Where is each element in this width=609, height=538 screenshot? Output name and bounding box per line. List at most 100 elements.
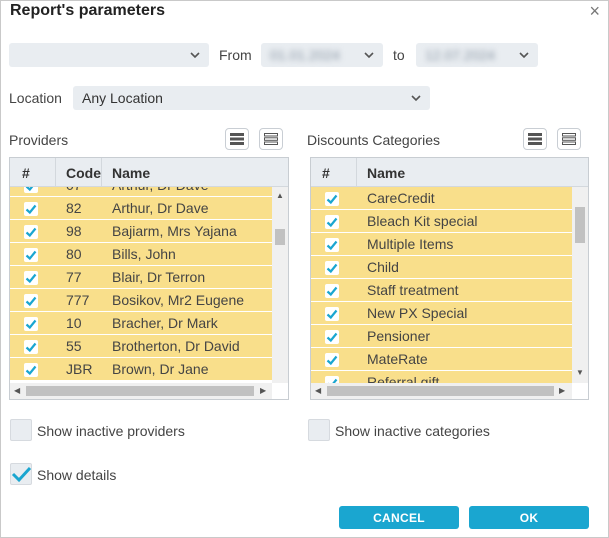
- discounts-label: Discounts Categories: [307, 132, 441, 148]
- providers-deselect-all-button[interactable]: [259, 128, 283, 150]
- discount-row[interactable]: Pensioner: [311, 325, 572, 348]
- row-checkbox[interactable]: [24, 202, 38, 216]
- discount-name: Staff treatment: [367, 282, 459, 298]
- discount-row[interactable]: MateRate: [311, 348, 572, 371]
- from-date-select[interactable]: 01.01.2024: [261, 43, 383, 67]
- row-checkbox[interactable]: [325, 215, 339, 229]
- show-details-checkbox[interactable]: [10, 463, 32, 485]
- to-date-value: 12.07.2024: [425, 47, 496, 63]
- row-checkbox[interactable]: [24, 248, 38, 262]
- provider-code: JBR: [66, 361, 93, 377]
- discount-name: MateRate: [367, 351, 428, 367]
- from-date-value: 01.01.2024: [270, 47, 341, 63]
- provider-code: 80: [66, 246, 82, 262]
- providers-select-all-button[interactable]: [225, 128, 249, 150]
- providers-label: Providers: [9, 132, 69, 148]
- discount-name: Multiple Items: [367, 236, 454, 252]
- discount-row[interactable]: New PX Special: [311, 302, 572, 325]
- row-checkbox[interactable]: [325, 307, 339, 321]
- discounts-hscrollbar[interactable]: ◀ ▶: [311, 383, 572, 399]
- scroll-left-icon[interactable]: ◀: [315, 387, 321, 395]
- provider-row[interactable]: 77 Blair, Dr Terron: [10, 266, 272, 289]
- show-inactive-categories-checkbox[interactable]: [308, 419, 330, 441]
- discount-row-partial[interactable]: Referral gift: [311, 371, 572, 383]
- providers-hscroll-thumb[interactable]: [26, 386, 254, 396]
- provider-row[interactable]: JBR Brown, Dr Jane: [10, 358, 272, 381]
- providers-grid-header: # Code Name: [10, 158, 288, 187]
- provider-row[interactable]: 98 Bajiarm, Mrs Yajana: [10, 220, 272, 243]
- cancel-button[interactable]: CANCEL: [339, 506, 459, 529]
- row-checkbox[interactable]: [24, 294, 38, 308]
- discounts-select-all-button[interactable]: [523, 128, 547, 150]
- discount-row[interactable]: Bleach Kit special: [311, 210, 572, 233]
- row-checkbox[interactable]: [24, 340, 38, 354]
- row-checkbox[interactable]: [24, 363, 38, 377]
- col-name-header[interactable]: Name: [367, 165, 405, 181]
- location-select-value: Any Location: [82, 90, 163, 106]
- list-outline-icon: [562, 133, 576, 145]
- row-checkbox[interactable]: [325, 330, 339, 344]
- scroll-right-icon[interactable]: ▶: [260, 387, 266, 395]
- list-outline-icon: [264, 133, 278, 145]
- col-code-header[interactable]: Code: [66, 165, 101, 181]
- row-checkbox[interactable]: [24, 187, 38, 193]
- row-checkbox[interactable]: [325, 353, 339, 367]
- scroll-down-icon[interactable]: ▼: [576, 369, 584, 377]
- report-parameters-dialog: Report's parameters × From 01.01.2024 to…: [0, 0, 609, 538]
- provider-code: 55: [66, 338, 82, 354]
- ok-button[interactable]: OK: [469, 506, 589, 529]
- discount-name: New PX Special: [367, 305, 468, 321]
- row-checkbox[interactable]: [24, 317, 38, 331]
- provider-row[interactable]: 82 Arthur, Dr Dave: [10, 197, 272, 220]
- row-checkbox[interactable]: [325, 376, 339, 383]
- checkmark-icon: [11, 466, 32, 483]
- location-select[interactable]: Any Location: [73, 86, 430, 110]
- provider-code: 777: [66, 292, 90, 308]
- scroll-left-icon[interactable]: ◀: [14, 387, 20, 395]
- col-select-header[interactable]: #: [22, 165, 30, 181]
- provider-name: Bajiarm, Mrs Yajana: [112, 223, 237, 239]
- discount-row[interactable]: Multiple Items: [311, 233, 572, 256]
- row-checkbox[interactable]: [325, 261, 339, 275]
- provider-name: Blair, Dr Terron: [112, 269, 206, 285]
- chevron-down-icon: [364, 52, 374, 59]
- show-inactive-providers-checkbox[interactable]: [10, 419, 32, 441]
- provider-row[interactable]: 10 Bracher, Dr Mark: [10, 312, 272, 335]
- discounts-hscroll-thumb[interactable]: [327, 386, 554, 396]
- discount-name: Bleach Kit special: [367, 213, 478, 229]
- discount-row[interactable]: Staff treatment: [311, 279, 572, 302]
- provider-row[interactable]: 80 Bills, John: [10, 243, 272, 266]
- to-date-select[interactable]: 12.07.2024: [416, 43, 538, 67]
- provider-code: 82: [66, 200, 82, 216]
- row-checkbox[interactable]: [24, 271, 38, 285]
- location-label: Location: [9, 90, 62, 106]
- provider-row[interactable]: 777 Bosikov, Mr2 Eugene: [10, 289, 272, 312]
- provider-row[interactable]: 55 Brotherton, Dr David: [10, 335, 272, 358]
- discounts-vscroll-thumb[interactable]: [575, 207, 585, 243]
- discount-row[interactable]: Child: [311, 256, 572, 279]
- provider-name: Brown, Dr Jane: [112, 361, 209, 377]
- scroll-right-icon[interactable]: ▶: [559, 387, 565, 395]
- providers-rows: 07 Arthur, Dr Dave 82 Arthur, Dr Dave 98 Baji…: [10, 187, 272, 383]
- providers-vscroll-thumb[interactable]: [275, 229, 285, 245]
- providers-vscrollbar[interactable]: ▲: [272, 187, 288, 383]
- provider-name: Brotherton, Dr David: [112, 338, 240, 354]
- chevron-down-icon: [519, 52, 529, 59]
- row-checkbox[interactable]: [325, 192, 339, 206]
- row-checkbox[interactable]: [24, 225, 38, 239]
- close-icon[interactable]: ×: [589, 2, 600, 20]
- row-checkbox[interactable]: [325, 238, 339, 252]
- provider-name: Bills, John: [112, 246, 176, 262]
- providers-hscrollbar[interactable]: ◀ ▶: [10, 383, 272, 399]
- discounts-vscrollbar[interactable]: ▼: [572, 187, 588, 383]
- row-checkbox[interactable]: [325, 284, 339, 298]
- period-select[interactable]: [9, 43, 209, 67]
- col-select-header[interactable]: #: [322, 165, 330, 181]
- discount-name: Pensioner: [367, 328, 431, 344]
- discounts-deselect-all-button[interactable]: [557, 128, 581, 150]
- from-label: From: [219, 47, 252, 63]
- to-label: to: [393, 47, 405, 63]
- scroll-up-icon[interactable]: ▲: [276, 192, 284, 200]
- col-name-header[interactable]: Name: [112, 165, 150, 181]
- discount-row[interactable]: CareCredit: [311, 187, 572, 210]
